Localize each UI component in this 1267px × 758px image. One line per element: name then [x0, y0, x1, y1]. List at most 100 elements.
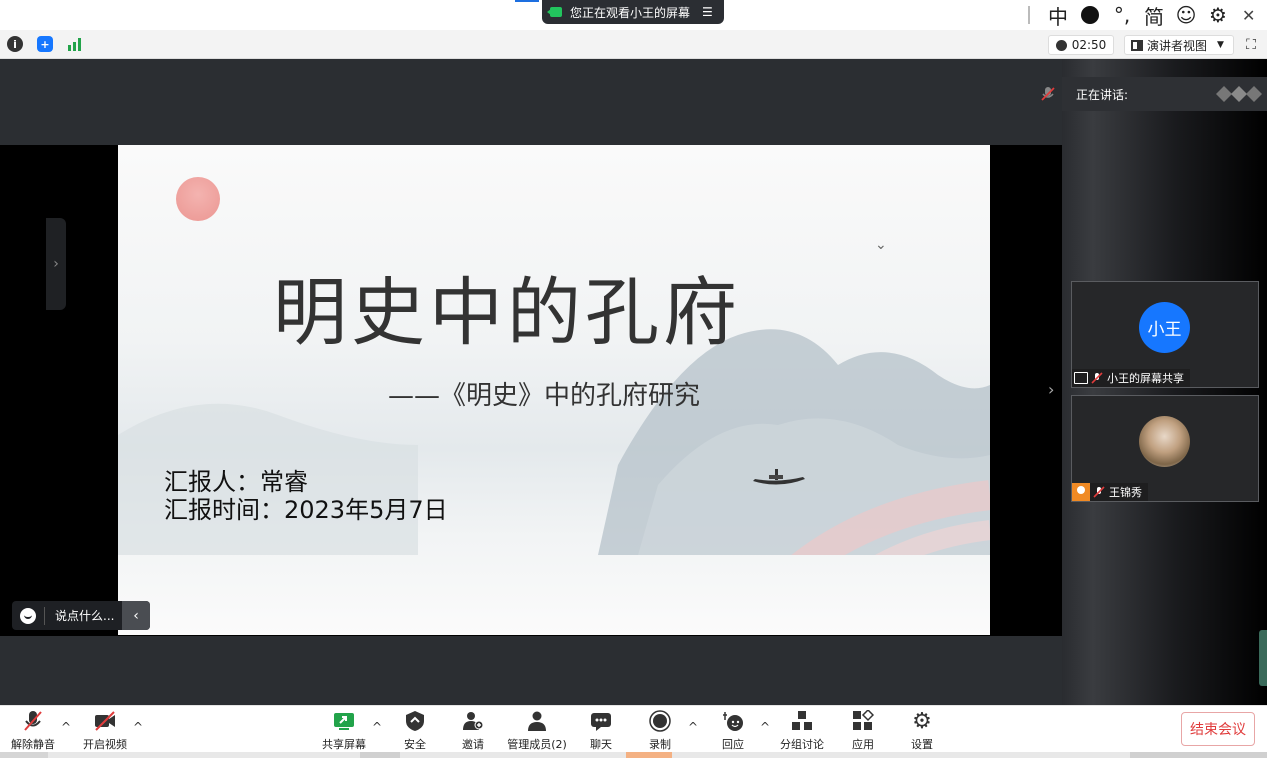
banner-text: 您正在观看小王的屏幕 [570, 5, 691, 20]
taskbar-segment [360, 752, 400, 758]
ime-script-toggle[interactable]: 简 [1138, 1, 1170, 30]
speaking-label: 正在讲话: [1076, 87, 1129, 102]
chevron-up-icon[interactable]: ^ [133, 720, 143, 734]
participant-tile[interactable]: 小王 小王的屏幕共享 [1071, 281, 1259, 388]
ime-toolbar: 中 °, 简 ☺ ⚙ ✕ [1022, 0, 1267, 30]
video-label: 开启视频 [83, 738, 127, 751]
shield-icon[interactable]: + [37, 36, 53, 52]
mic-muted-icon [1091, 372, 1103, 384]
chevron-right-icon[interactable]: › [1048, 380, 1062, 404]
share-screen-icon [334, 713, 354, 730]
screen-share-icon [1074, 372, 1088, 384]
slide-subtitle: ——《明史》中的孔府研究 [388, 381, 701, 411]
mic-muted-icon [1093, 486, 1105, 498]
view-switch-dropdown[interactable]: 演讲者视图 ▼ [1124, 35, 1234, 55]
shield-icon [406, 711, 424, 731]
mic-muted-icon [1041, 87, 1055, 101]
apps-label: 应用 [852, 738, 874, 751]
manage-members-button[interactable]: 管理成员(2) [507, 706, 567, 756]
slide-report-time: 汇报时间：2023年5月7日 [164, 496, 448, 524]
slide-title: 明史中的孔府 [273, 270, 741, 356]
emoji-icon[interactable]: ☺ [1170, 3, 1202, 27]
collapse-chat-button[interactable]: ‹ [122, 601, 150, 630]
record-icon [649, 710, 671, 732]
record-label: 录制 [649, 738, 671, 751]
speaker-indicator [1216, 86, 1262, 102]
signal-icon[interactable] [67, 36, 83, 52]
chat-input[interactable]: 说点什么... [55, 607, 122, 624]
ime-punct-toggle[interactable]: °, [1106, 3, 1138, 27]
chevron-up-icon[interactable]: ^ [61, 720, 71, 734]
breakout-rooms-button[interactable]: 分组讨论 [780, 706, 824, 756]
divider [44, 606, 45, 625]
screen-share-banner[interactable]: 您正在观看小王的屏幕 ☰ [542, 0, 724, 24]
apps-button[interactable]: 应用 [848, 706, 878, 756]
user-icon [1072, 483, 1090, 501]
mic-muted-icon [24, 711, 42, 731]
slide-reporter: 汇报人：常睿 [164, 468, 308, 496]
chevron-up-icon[interactable]: ^ [760, 720, 770, 734]
chevron-up-icon[interactable]: ^ [688, 720, 698, 734]
meeting-toolbar: 解除静音 ^ 开启视频 ^ 共享屏幕 ^ 安全 邀请 管理成员(2) 聊天 录制… [0, 705, 1267, 758]
taskbar-segment [0, 752, 48, 758]
share-screen-button[interactable]: 共享屏幕 [322, 706, 366, 756]
close-icon[interactable]: ✕ [1242, 6, 1255, 25]
video-off-icon [95, 711, 115, 731]
participant-tile[interactable]: 王锦秀 [1071, 395, 1259, 502]
meeting-timer: 02:50 [1048, 35, 1114, 55]
bird-decoration: ⌄ [875, 237, 887, 253]
members-label: 管理成员(2) [507, 738, 567, 751]
speaker-view-icon [1131, 39, 1143, 51]
gear-icon: ⚙ [912, 708, 932, 734]
breakout-icon [792, 711, 812, 730]
ime-width-toggle[interactable] [1081, 6, 1099, 24]
panel-scrollbar[interactable] [1259, 630, 1267, 686]
emoji-react-icon [723, 712, 743, 731]
presentation-slide: 明史中的孔府 ——《明史》中的孔府研究 汇报人：常睿 汇报时间：2023年5月7… [118, 145, 990, 635]
participant-name: 王锦秀 [1109, 486, 1142, 499]
ime-mode-toggle[interactable]: 中 [1042, 1, 1074, 30]
fullscreen-icon[interactable]: ⛶ [1241, 35, 1261, 55]
gear-icon[interactable]: ⚙ [1202, 3, 1234, 27]
participant-name: 小王的屏幕共享 [1107, 372, 1184, 385]
taskbar-strip [0, 752, 1267, 758]
unmute-button[interactable]: 解除静音 [10, 706, 56, 756]
view-label: 演讲者视图 [1147, 38, 1208, 53]
react-button[interactable]: 回应 [718, 706, 748, 756]
camera-icon [547, 7, 562, 17]
avatar: 小王 [1139, 302, 1190, 353]
left-panel-toggle[interactable]: › [46, 218, 66, 310]
apps-icon [853, 710, 874, 730]
boat-decoration [753, 469, 805, 485]
timer-value: 02:50 [1071, 38, 1107, 52]
ime-handle[interactable] [1028, 6, 1030, 24]
invite-label: 邀请 [462, 738, 484, 751]
menu-icon[interactable]: ☰ [702, 5, 713, 19]
security-label: 安全 [404, 738, 426, 751]
slide-reporter-block: 汇报人：常睿 汇报时间：2023年5月7日 [164, 468, 448, 524]
clock-icon [1055, 39, 1067, 51]
chevron-down-icon: ▼ [1217, 40, 1224, 50]
unmute-label: 解除静音 [11, 738, 55, 751]
chevron-up-icon[interactable]: ^ [372, 720, 382, 734]
taskbar-segment [1130, 752, 1267, 758]
settings-label: 设置 [911, 738, 933, 751]
info-icon[interactable]: i [7, 36, 23, 52]
taskbar-segment [626, 752, 672, 758]
breakout-label: 分组讨论 [780, 738, 824, 751]
members-icon [528, 711, 546, 731]
sun-decoration [176, 177, 220, 221]
emoji-icon[interactable] [20, 607, 36, 624]
invite-button[interactable]: 邀请 [458, 706, 488, 756]
chat-label: 聊天 [590, 738, 612, 751]
quick-chat-box[interactable]: 说点什么... ‹ [12, 601, 150, 630]
avatar [1139, 416, 1190, 467]
start-video-button[interactable]: 开启视频 [82, 706, 128, 756]
record-button[interactable]: 录制 [645, 706, 675, 756]
settings-button[interactable]: ⚙ 设置 [907, 706, 937, 756]
chat-button[interactable]: 聊天 [586, 706, 616, 756]
chat-icon [591, 713, 611, 731]
banner-accent [515, 0, 539, 2]
end-meeting-button[interactable]: 结束会议 [1181, 712, 1255, 746]
security-button[interactable]: 安全 [400, 706, 430, 756]
